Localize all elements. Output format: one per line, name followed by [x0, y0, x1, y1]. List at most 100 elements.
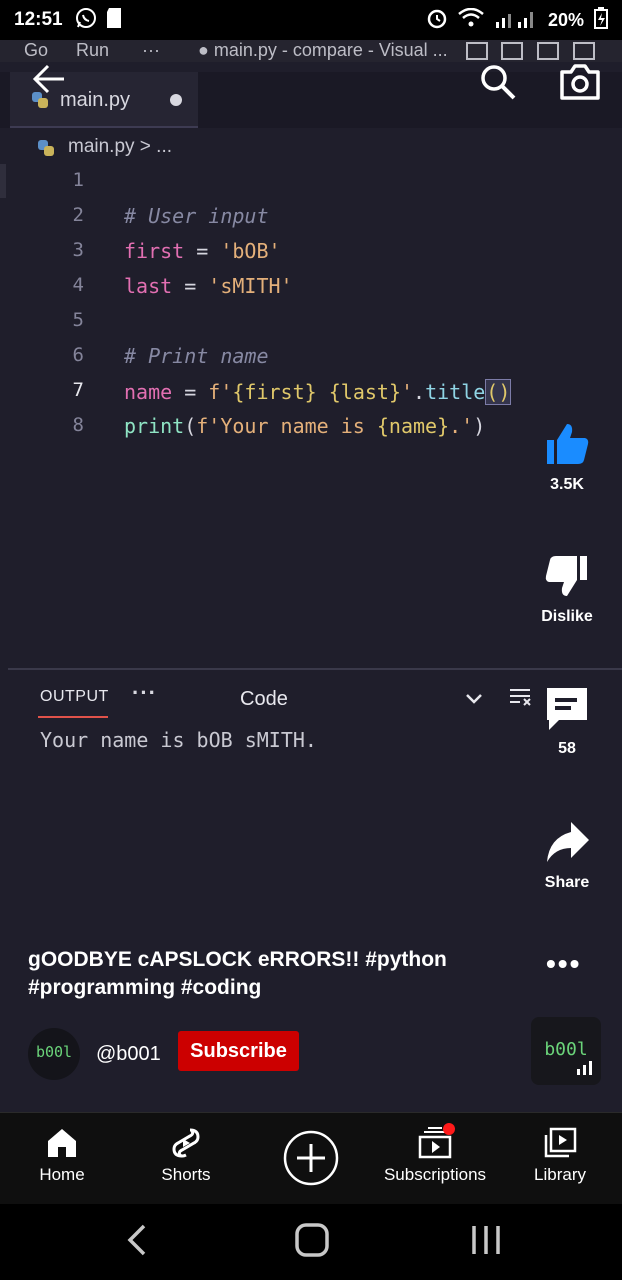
more-options-button[interactable]: •••: [546, 948, 581, 980]
thumbs-up-icon: [547, 424, 589, 464]
code-token: name: [124, 380, 173, 404]
code-line: 1: [0, 169, 622, 204]
nav-subscriptions-label: Subscriptions: [383, 1165, 487, 1184]
nav-library[interactable]: Library: [520, 1113, 600, 1205]
code-token: print: [124, 414, 185, 438]
short-video[interactable]: Go Run ··· ● main.py - compare - Visual …: [0, 40, 622, 1112]
code-token: f': [208, 380, 233, 404]
code-token: (: [184, 414, 197, 438]
line-number: 2: [72, 204, 84, 226]
code-line: 5: [0, 309, 622, 344]
camera-icon: [560, 64, 600, 100]
battery-text: 20%: [547, 9, 584, 30]
dislike-button[interactable]: Dislike: [522, 552, 612, 626]
status-bar: 12:51 20%: [0, 0, 622, 40]
code-token: {last}: [328, 380, 401, 404]
text-cursor: (): [485, 379, 512, 405]
subscribe-button[interactable]: Subscribe: [178, 1031, 299, 1071]
nav-subscriptions[interactable]: Subscriptions: [380, 1113, 490, 1205]
bottom-nav: Home Shorts Subscriptions Library: [0, 1112, 622, 1204]
like-button[interactable]: 3.5K: [522, 420, 612, 494]
audio-icon: [577, 1061, 592, 1075]
nav-create[interactable]: [280, 1113, 342, 1205]
code-comment: # User input: [124, 204, 269, 228]
nav-shorts[interactable]: Shorts: [146, 1113, 226, 1205]
chevron-down-icon: [464, 688, 484, 708]
status-time: 12:51: [14, 9, 63, 30]
code-token: =: [172, 274, 209, 298]
code-token: 'sMITH': [208, 274, 293, 298]
thumbs-down-icon: [545, 556, 587, 596]
line-number: 1: [72, 169, 84, 191]
nav-library-label: Library: [534, 1165, 586, 1184]
system-back-button[interactable]: [124, 1222, 152, 1258]
code-token: {first}: [232, 380, 317, 404]
whatsapp-icon: [75, 7, 97, 34]
code-line: 2 # User input: [0, 204, 622, 239]
share-label: Share: [544, 874, 590, 891]
back-arrow-icon: [32, 64, 64, 94]
line-number: 6: [72, 344, 84, 366]
shorts-icon: [172, 1128, 200, 1158]
search-button[interactable]: [478, 62, 518, 102]
system-home-button[interactable]: [294, 1222, 330, 1258]
code-token: f'Your name is: [196, 414, 377, 438]
line-number: 4: [72, 274, 84, 296]
notification-dot: [443, 1123, 455, 1135]
tab-output: OUTPUT: [40, 688, 109, 705]
sd-card-icon: [106, 7, 121, 33]
active-tab-indicator: [38, 716, 108, 718]
battery-icon: [594, 6, 608, 34]
thumbnail-text: b00l: [544, 1039, 588, 1060]
panel-more-dots: ···: [132, 680, 157, 705]
line-number: 8: [72, 414, 84, 436]
code-token: =: [172, 380, 209, 404]
system-nav-bar: [0, 1204, 622, 1280]
line-number: 5: [72, 309, 84, 331]
search-icon: [481, 65, 516, 100]
line-number: 7: [72, 379, 84, 401]
unsaved-dot: [170, 94, 182, 106]
menu-go: Go: [24, 40, 49, 60]
code-line: 4 last = 'sMITH': [0, 274, 622, 309]
code-token: ): [473, 414, 486, 438]
code-token: first: [124, 239, 185, 263]
comment-icon: [547, 688, 587, 730]
menu-run: Run: [76, 40, 110, 60]
share-button[interactable]: Share: [522, 818, 612, 892]
sound-thumbnail[interactable]: b00l: [531, 1017, 601, 1085]
channel-handle[interactable]: @b001: [96, 1043, 161, 1066]
output-channel-select: Code: [240, 688, 288, 710]
create-icon: [283, 1130, 339, 1186]
avatar-text: b00l: [35, 1043, 73, 1061]
nav-home-label: Home: [39, 1165, 85, 1184]
code-token: 'bOB': [220, 239, 281, 263]
code-line-active: 7 name = f'{first} {last}'.title(): [0, 379, 622, 414]
python-file-icon: [38, 140, 54, 156]
nav-home[interactable]: Home: [22, 1113, 102, 1205]
signal-icon: [494, 8, 538, 33]
editor-menubar: Go Run ··· ● main.py - compare - Visual …: [0, 40, 622, 62]
output-text: Your name is bOB sMITH.: [40, 728, 317, 752]
dislike-label: Dislike: [541, 608, 593, 625]
editor-tab-row: main.py: [0, 72, 622, 128]
system-recents-button[interactable]: [468, 1222, 504, 1258]
comments-button[interactable]: 58: [522, 684, 612, 758]
code-token: ': [400, 380, 414, 404]
tab-label: main.py: [60, 89, 131, 111]
like-count: 3.5K: [550, 476, 584, 493]
library-icon: [544, 1127, 577, 1158]
code-token: {name}: [376, 414, 450, 438]
alarm-icon: [426, 7, 448, 34]
code-token: title: [425, 380, 486, 404]
camera-button[interactable]: [558, 62, 602, 102]
nav-shorts-label: Shorts: [161, 1165, 211, 1184]
code-token: .: [413, 380, 426, 404]
channel-avatar[interactable]: b00l: [28, 1028, 80, 1080]
video-caption[interactable]: gOODBYE cAPSLOCK eRRORS!! #python #progr…: [28, 946, 488, 1002]
code-line: 3 first = 'bOB': [0, 239, 622, 274]
comment-count: 58: [558, 740, 576, 757]
share-icon: [547, 822, 589, 862]
back-button[interactable]: [30, 60, 68, 98]
